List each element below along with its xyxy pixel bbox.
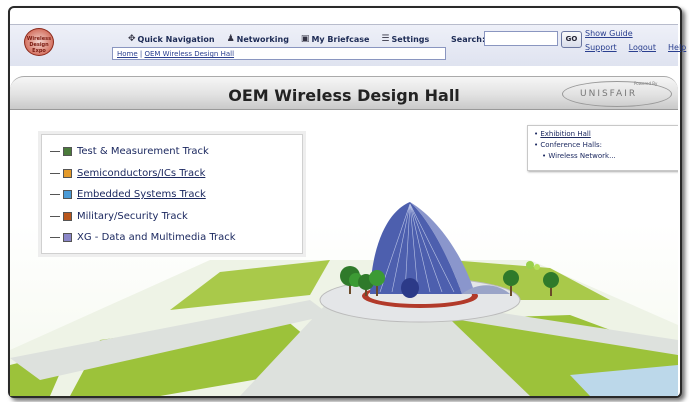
menu-label: Networking (236, 34, 289, 44)
track-connector (50, 151, 60, 153)
track-test-measurement[interactable]: Test & Measurement Track (50, 141, 302, 163)
search-label: Search: (451, 35, 486, 44)
menu-quick-navigation[interactable]: ✥ Quick Navigation (128, 32, 215, 46)
people-icon: ♟ (226, 34, 235, 44)
title-bar: OEM Wireless Design Hall Powered By UNIS… (10, 76, 678, 110)
logo-text: Wireless Design Expo (26, 36, 52, 54)
compass-icon: ✥ (128, 34, 136, 44)
track-color-swatch (63, 147, 72, 157)
track-connector (50, 237, 60, 239)
track-label: Test & Measurement Track (77, 146, 209, 158)
track-label: XG - Data and Multimedia Track (77, 232, 236, 244)
menu-label: My Briefcase (311, 34, 370, 44)
menu-my-briefcase[interactable]: ▣ My Briefcase (301, 32, 370, 46)
menu-label: Quick Navigation (137, 34, 215, 44)
building-entrance (401, 278, 419, 298)
menu-networking[interactable]: ♟ Networking (227, 32, 289, 46)
breadcrumb: Home | OEM Wireless Design Hall (112, 47, 446, 60)
settings-icon: ☰ (381, 34, 390, 44)
track-label: Military/Security Track (77, 210, 188, 222)
show-guide-link[interactable]: Show Guide (585, 29, 686, 38)
track-color-swatch (63, 190, 72, 200)
conference-halls-item[interactable]: • Conference Halls: (534, 141, 678, 152)
track-connector (50, 215, 60, 217)
menu-settings[interactable]: ☰ Settings (381, 32, 429, 46)
help-link[interactable]: Help (668, 43, 686, 52)
tracks-panel: Test & Measurement Track Semiconductors/… (41, 134, 303, 254)
exhibition-hall-link[interactable]: • Exhibition Hall (534, 130, 678, 141)
breadcrumb-current[interactable]: OEM Wireless Design Hall (144, 50, 234, 58)
track-color-swatch (63, 211, 72, 221)
conference-halls-label: Conference Halls: (540, 141, 603, 149)
briefcase-icon: ▣ (300, 34, 310, 44)
search-input[interactable] (484, 31, 558, 46)
top-navigation-bar: Wireless Design Expo ✥ Quick Navigation … (10, 24, 686, 66)
search-go-button[interactable]: GO (561, 31, 582, 48)
track-label: Embedded Systems Track (77, 189, 206, 201)
menu-label: Settings (391, 34, 430, 44)
wireless-networks-link[interactable]: • Wireless Network... (534, 152, 678, 163)
track-xg-data-multimedia[interactable]: XG - Data and Multimedia Track (50, 227, 302, 249)
wireless-networks-label: Wireless Network... (548, 152, 616, 160)
track-label: Semiconductors/ICs Track (77, 167, 206, 179)
utility-links: Show Guide Support Logout Help (585, 29, 686, 52)
track-color-swatch (63, 168, 72, 178)
powered-by-label: Powered By (634, 81, 658, 86)
track-color-swatch (63, 233, 72, 243)
track-embedded-systems[interactable]: Embedded Systems Track (50, 184, 302, 206)
support-link[interactable]: Support (585, 43, 617, 52)
unisfair-logo: Powered By UNISFAIR (562, 81, 672, 107)
track-semiconductors[interactable]: Semiconductors/ICs Track (50, 163, 302, 185)
track-connector (50, 172, 60, 174)
event-logo[interactable]: Wireless Design Expo (24, 28, 54, 56)
breadcrumb-home-link[interactable]: Home (117, 50, 138, 58)
brand-name: UNISFAIR (580, 89, 638, 99)
exhibition-hall-label: Exhibition Hall (540, 130, 591, 138)
main-menu: ✥ Quick Navigation ♟ Networking ▣ My Bri… (128, 32, 429, 46)
track-connector (50, 194, 60, 196)
logout-link[interactable]: Logout (629, 43, 656, 52)
hall-scene: Test & Measurement Track Semiconductors/… (10, 110, 678, 396)
track-military-security[interactable]: Military/Security Track (50, 206, 302, 228)
locations-panel: • Exhibition Hall • Conference Halls: • … (527, 125, 678, 171)
